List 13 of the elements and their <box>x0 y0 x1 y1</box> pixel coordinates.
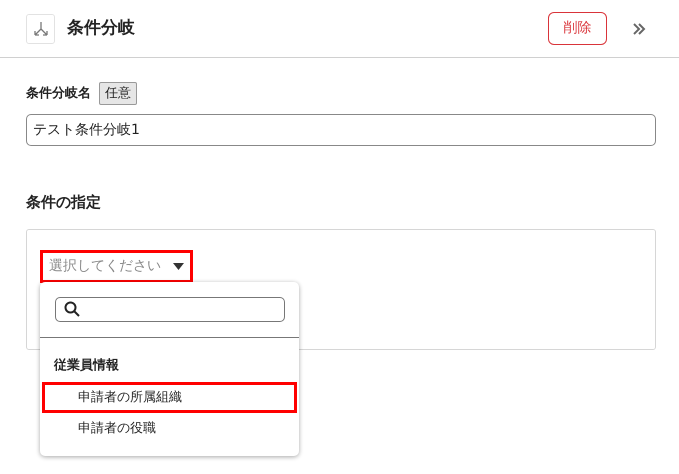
delete-button[interactable]: 削除 <box>548 12 607 45</box>
search-field[interactable] <box>55 296 285 322</box>
caret-icon <box>173 262 184 270</box>
search-icon <box>64 301 80 317</box>
field-label: 条件分岐名 <box>26 84 91 103</box>
optional-badge: 任意 <box>99 82 137 105</box>
section-heading: 条件の指定 <box>26 192 102 213</box>
panel-title: 条件分岐 <box>67 16 135 40</box>
dropdown-option[interactable]: 申請者の役職 <box>42 413 297 444</box>
dropdown-option[interactable]: 申請者の所属組織 <box>42 382 297 413</box>
group-heading: 従業員情報 <box>52 356 120 374</box>
name-input-field[interactable]: テスト条件分岐1 <box>26 114 656 146</box>
branch-icon <box>26 14 55 44</box>
